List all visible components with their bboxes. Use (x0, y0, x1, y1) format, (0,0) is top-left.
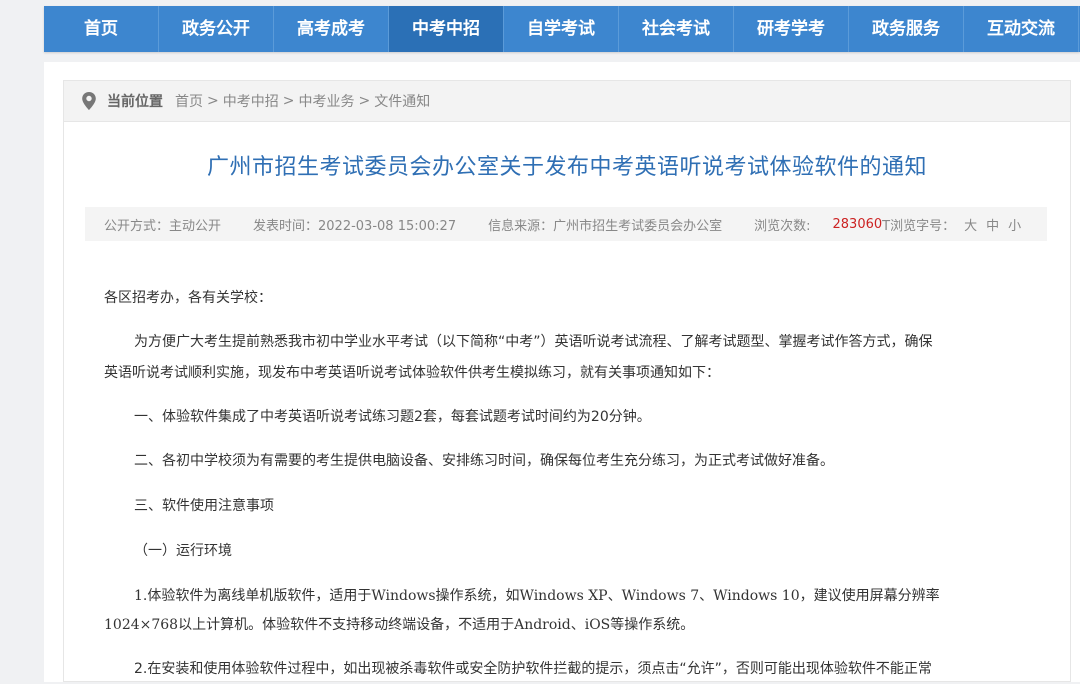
article-meta: 公开方式：主动公开 发表时间：2022-03-08 15:00:27 信息来源：… (85, 207, 1047, 241)
nav-interaction[interactable]: 互动交流 (964, 6, 1079, 52)
breadcrumb-middle-school-exam[interactable]: 中考中招 (223, 91, 279, 111)
sub-heading-1: （一）运行环境 (134, 543, 232, 559)
publish-time: 发表时间：2022-03-08 15:00:27 (253, 218, 457, 234)
breadcrumb-exam-business[interactable]: 中考业务 (298, 91, 354, 111)
nav-social-exam[interactable]: 社会考试 (619, 6, 734, 52)
nav-government-service[interactable]: 政务服务 (849, 6, 964, 52)
nav-government-affairs[interactable]: 政务公开 (159, 6, 274, 52)
breadcrumb: 当前位置 首页 > 中考中招 > 中考业务 > 文件通知 (64, 81, 1070, 122)
env-1-line-2: 1024×768以上计算机。体验软件不支持移动终端设备，不适用于Android、… (104, 617, 695, 633)
nav-home[interactable]: 首页 (44, 6, 159, 52)
font-size-medium[interactable]: 中 (986, 215, 999, 234)
breadcrumb-separator: > (207, 93, 219, 109)
intro-line-2: 英语听说考试顺利实施，现发布中考英语听说考试体验软件供考生模拟练习，就有关事项通… (104, 365, 720, 381)
main-nav: 首页 政务公开 高考成考 中考中招 自学考试 社会考试 研考学考 政务服务 互动… (44, 6, 1080, 52)
nav-middle-school-exam[interactable]: 中考中招 (389, 6, 504, 52)
article-title: 广州市招生考试委员会办公室关于发布中考英语听说考试体验软件的通知 (206, 155, 927, 180)
views-label: 浏览次数: (754, 218, 811, 234)
font-size-large[interactable]: 大 (964, 215, 977, 234)
nav-self-study-exam[interactable]: 自学考试 (504, 6, 619, 52)
intro-line-1: 为方便广大考生提前熟悉我市初中学业水平考试（以下简称“中考”）英语听说考试流程、… (134, 334, 933, 350)
nav-college-exam[interactable]: 高考成考 (274, 6, 389, 52)
location-pin-icon (82, 92, 96, 110)
env-2-partial: 2.在安装和使用体验软件过程中，如出现被杀毒软件或安全防护软件拦截的提示，须点击… (134, 661, 932, 677)
info-source: 信息来源：广州市招生考试委员会办公室 (488, 218, 723, 234)
item-2: 二、各初中学校须为有需要的考生提供电脑设备、安排练习时间，确保每位考生充分练习，… (134, 453, 834, 469)
font-size-small[interactable]: 小 (1008, 215, 1021, 234)
breadcrumb-separator: > (358, 93, 371, 109)
breadcrumb-file-notices[interactable]: 文件通知 (374, 91, 430, 111)
breadcrumb-separator: > (282, 93, 295, 109)
salutation: 各区招考办，各有关学校： (104, 290, 272, 306)
item-3: 三、软件使用注意事项 (134, 498, 274, 514)
font-size-label: T浏览字号： (882, 218, 956, 234)
breadcrumb-label: 当前位置 (107, 94, 163, 110)
breadcrumb-home[interactable]: 首页 (175, 91, 203, 111)
item-1: 一、体验软件集成了中考英语听说考试练习题2套，每套试题考试时间约为20分钟。 (134, 409, 651, 425)
views-count: 283060 (832, 216, 883, 232)
env-1-line-1: 1.体验软件为离线单机版软件，适用于Windows操作系统，如Windows X… (134, 588, 940, 604)
nav-graduate-exam[interactable]: 研考学考 (734, 6, 849, 52)
publish-mode: 公开方式：主动公开 (104, 218, 222, 234)
